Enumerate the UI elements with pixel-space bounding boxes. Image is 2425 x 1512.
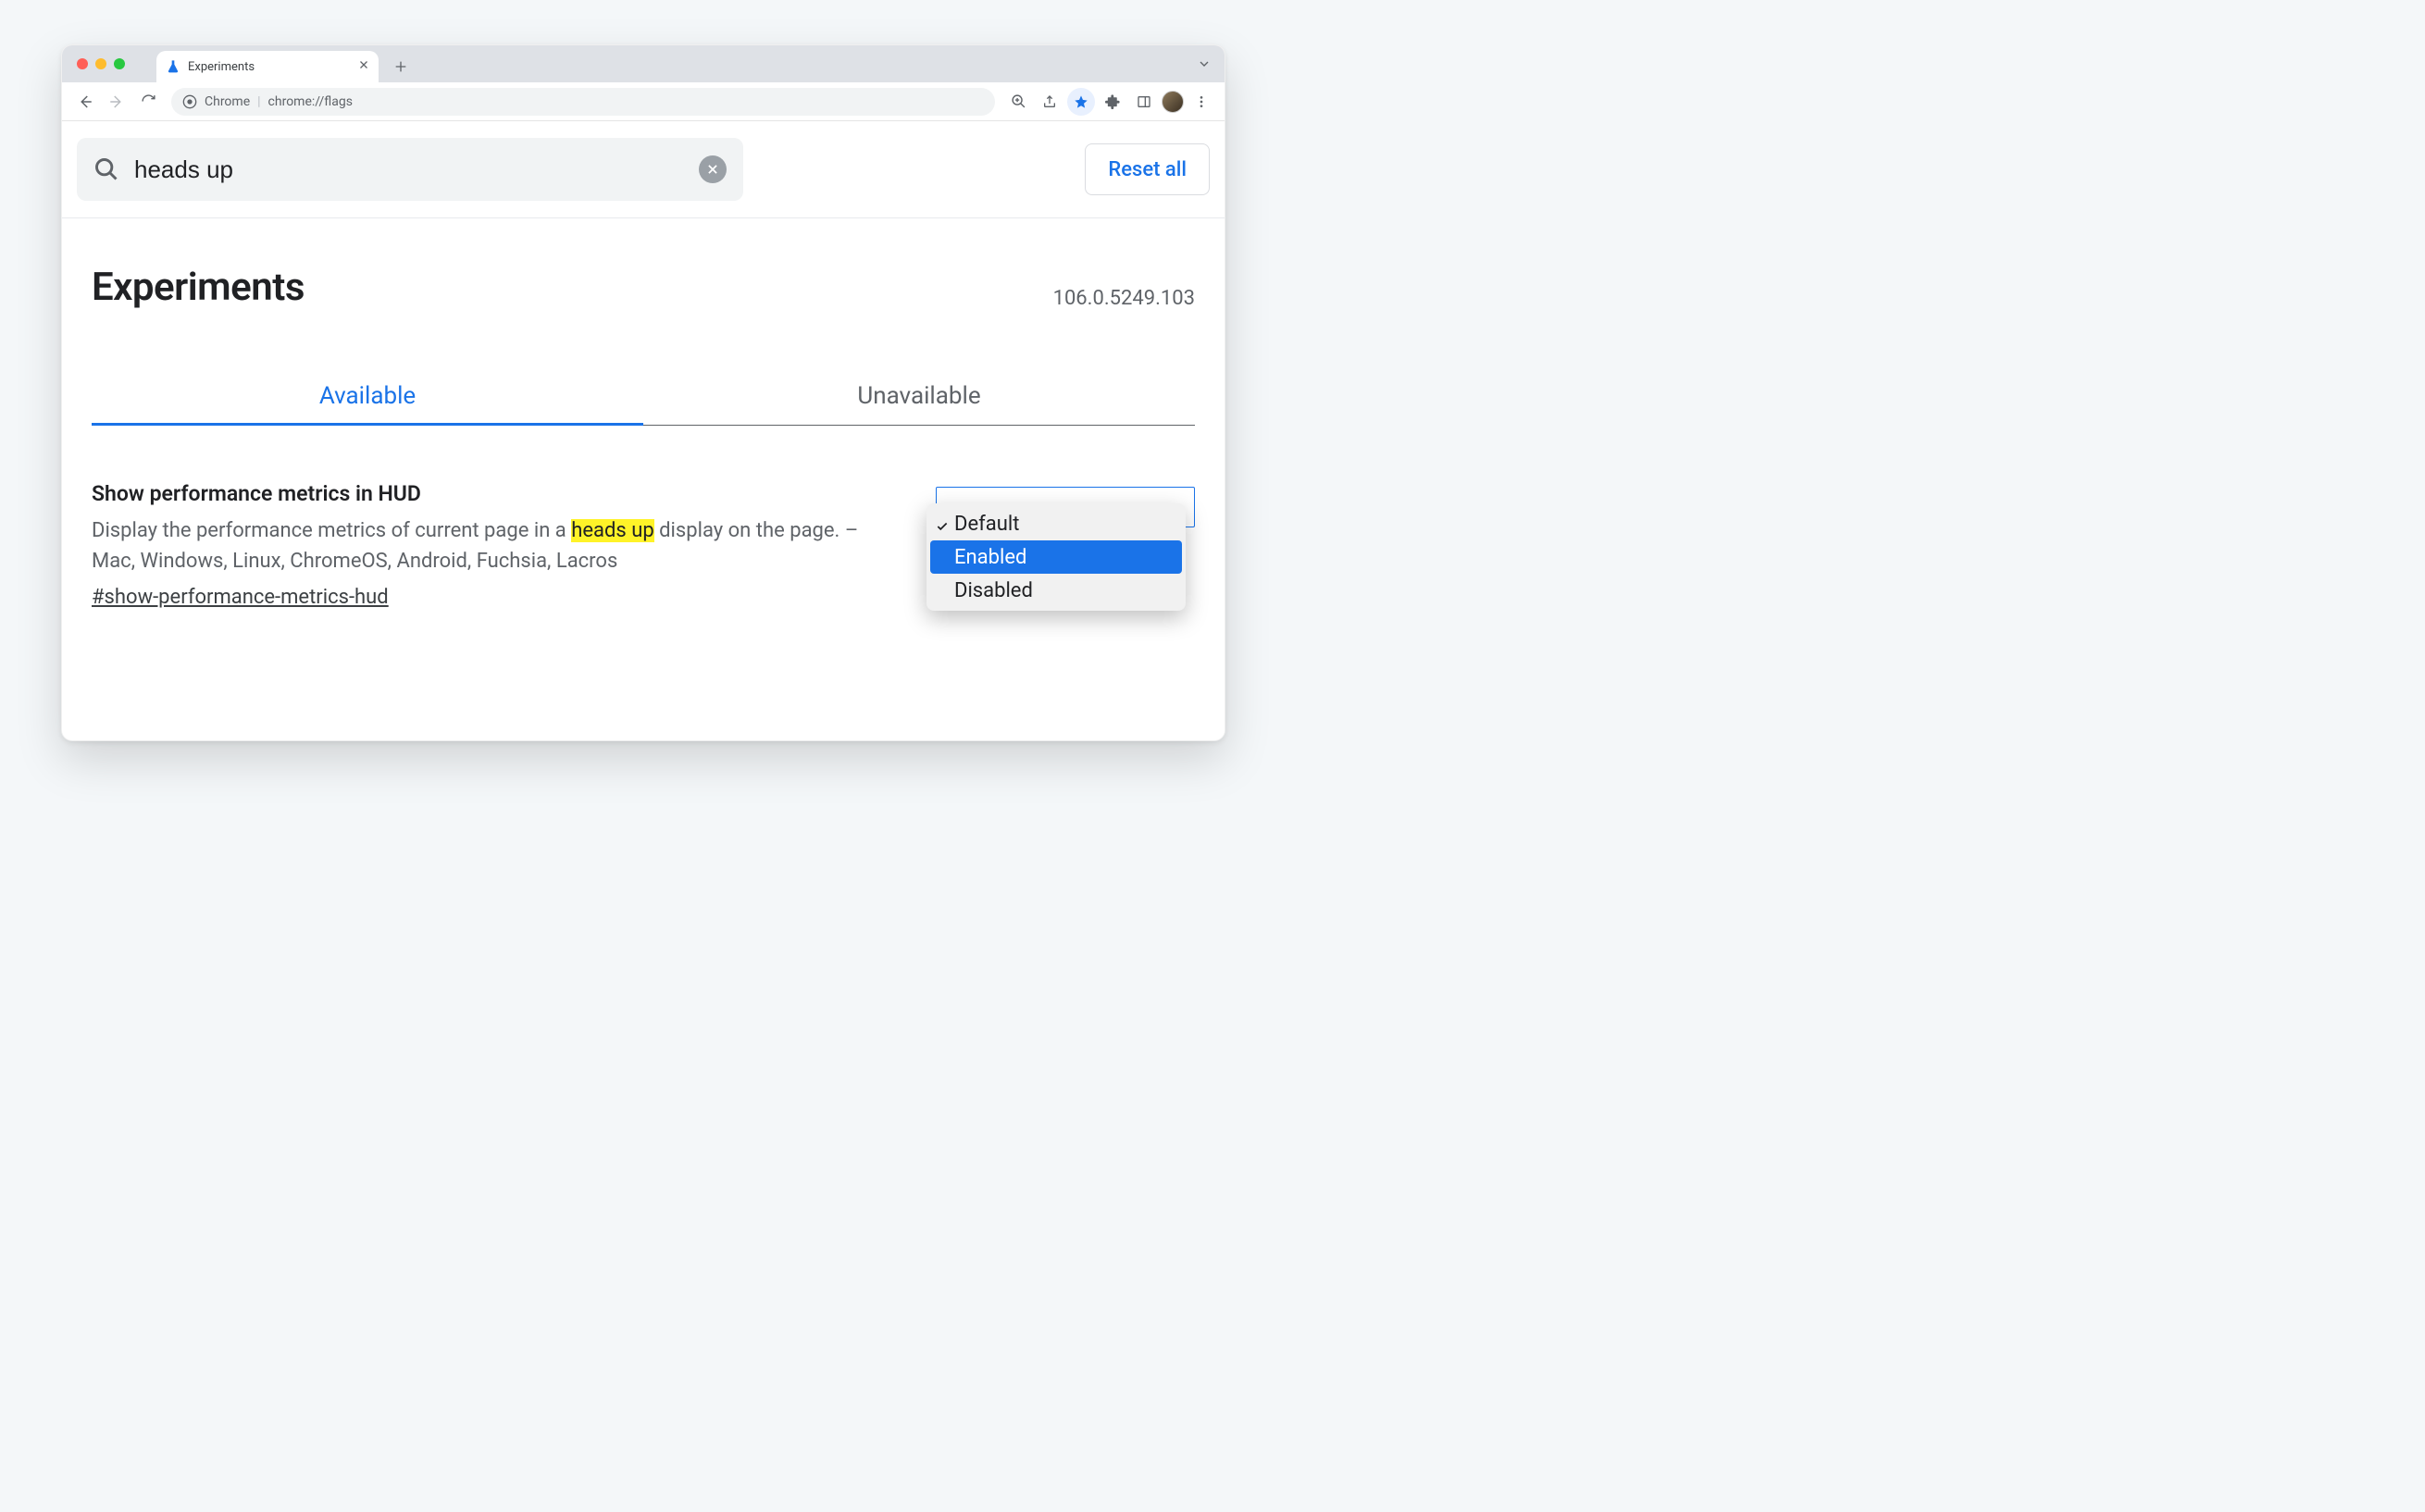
window-close-button[interactable] [77,58,88,69]
profile-avatar[interactable] [1162,91,1184,113]
tab-available-label: Available [319,382,416,410]
omnibox-url: chrome://flags [268,94,353,109]
flag-title: Show performance metrics in HUD [92,481,889,506]
toolbar: Chrome | chrome://flags [62,82,1225,121]
kebab-menu-icon[interactable] [1188,88,1215,116]
tab-title: Experiments [188,60,351,74]
reset-all-label: Reset all [1108,158,1187,181]
omnibox-divider: | [257,94,260,109]
tab-list-chevron-icon[interactable] [1197,56,1212,75]
flag-option-default[interactable]: Default [930,507,1182,540]
reload-button[interactable] [134,88,162,116]
clear-search-icon[interactable] [699,155,727,183]
bookmark-star-icon[interactable] [1067,88,1095,116]
search-icon [93,156,119,182]
flags-search-box[interactable] [77,138,743,201]
page-content: Reset all Experiments 106.0.5249.103 Ava… [62,121,1225,740]
tab-unavailable[interactable]: Unavailable [643,371,1195,425]
flags-search-input[interactable] [134,155,684,184]
flag-control: Default Enabled Disabled [926,481,1195,609]
flag-option-default-label: Default [954,513,1019,536]
flag-info: Show performance metrics in HUD Display … [92,481,889,609]
page-heading: Experiments [92,265,305,310]
flag-tabs: Available Unavailable [92,371,1195,426]
check-icon [936,515,949,528]
browser-window: Experiments Chrome | chrome://f [61,44,1225,741]
tab-available[interactable]: Available [92,371,643,425]
window-minimize-button[interactable] [95,58,106,69]
flag-anchor-link[interactable]: #show-performance-metrics-hud [92,586,889,609]
flag-dropdown[interactable]: Default Enabled Disabled [926,503,1186,611]
tab-strip: Experiments [62,45,1225,82]
zoom-icon[interactable] [1004,88,1032,116]
version-label: 106.0.5249.103 [1053,287,1195,310]
reset-all-button[interactable]: Reset all [1085,143,1210,195]
page-inner: Experiments 106.0.5249.103 Available Una… [62,218,1225,638]
flag-entry: Show performance metrics in HUD Display … [92,481,1195,609]
flask-icon [166,59,180,74]
flag-option-disabled[interactable]: Disabled [930,574,1182,607]
flag-desc-highlight: heads up [571,519,653,542]
flag-desc-before: Display the performance metrics of curre… [92,519,571,542]
new-tab-button[interactable] [388,54,414,80]
flag-option-enabled[interactable]: Enabled [930,540,1182,574]
window-maximize-button[interactable] [114,58,125,69]
forward-button[interactable] [103,88,131,116]
window-controls [77,58,125,69]
back-button[interactable] [71,88,99,116]
omnibox-prefix: Chrome [205,94,250,109]
chrome-icon [182,94,197,109]
flag-option-disabled-label: Disabled [954,579,1033,602]
tab-unavailable-label: Unavailable [857,382,980,410]
sidepanel-icon[interactable] [1130,88,1158,116]
extensions-icon[interactable] [1099,88,1126,116]
browser-tab[interactable]: Experiments [156,51,379,82]
search-row: Reset all [62,121,1225,218]
flag-description: Display the performance metrics of curre… [92,515,889,576]
title-row: Experiments 106.0.5249.103 [92,265,1195,310]
address-bar[interactable]: Chrome | chrome://flags [171,88,995,116]
share-icon[interactable] [1036,88,1063,116]
flag-option-enabled-label: Enabled [954,546,1026,569]
close-tab-icon[interactable] [358,59,369,74]
